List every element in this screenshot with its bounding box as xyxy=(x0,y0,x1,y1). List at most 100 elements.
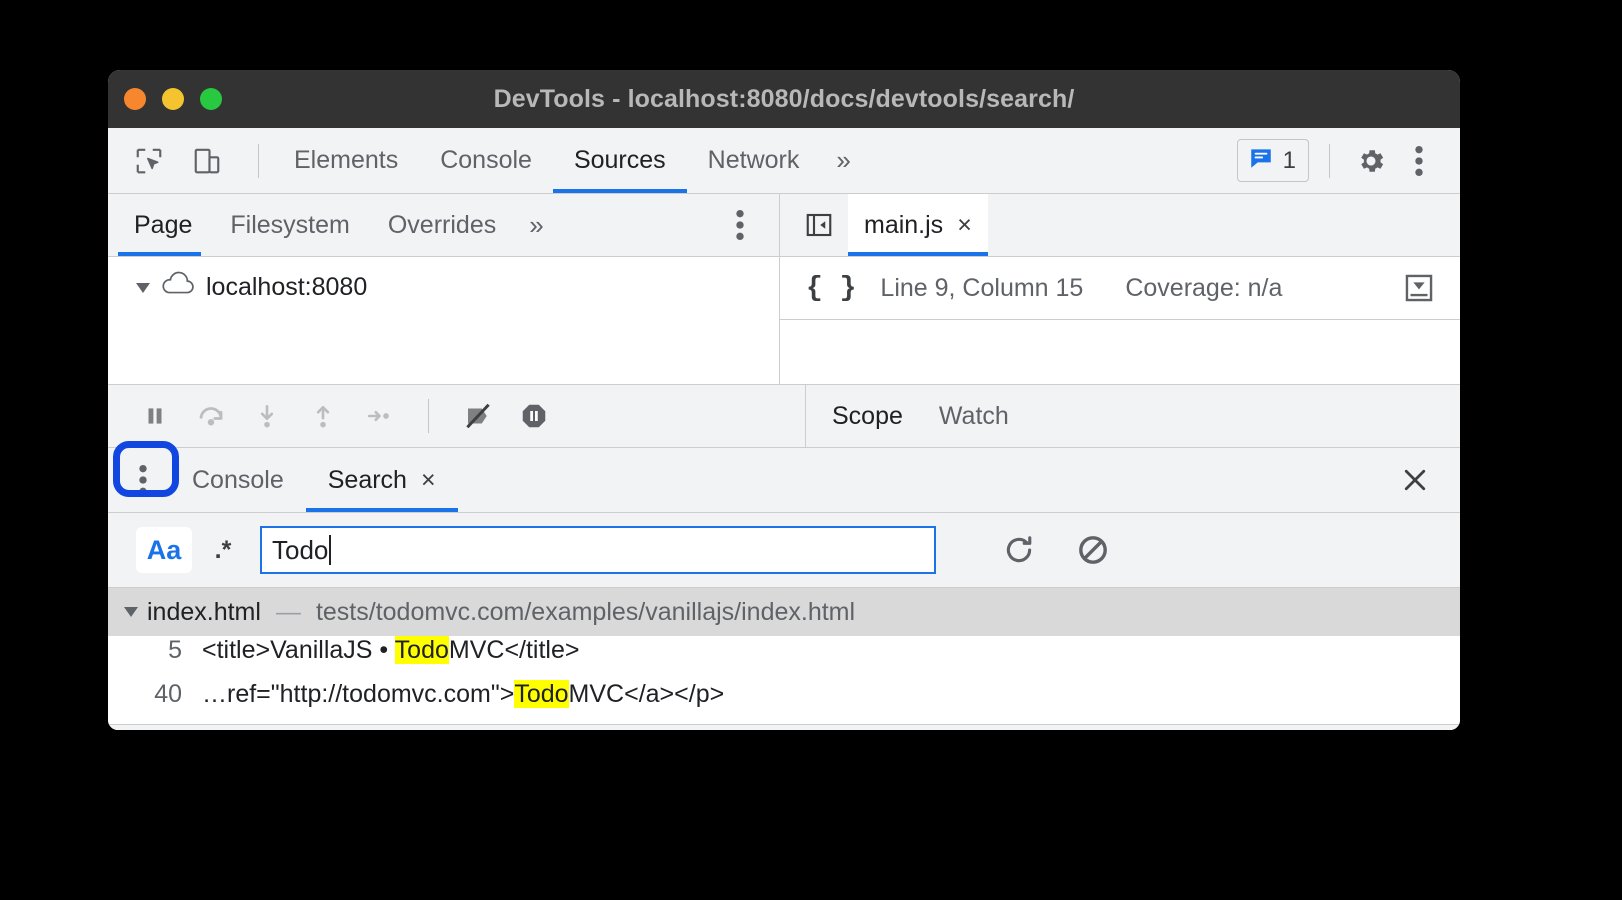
text-caret xyxy=(329,535,332,565)
more-panels-chevron-icon[interactable]: » xyxy=(820,128,866,193)
chevron-down-icon[interactable] xyxy=(136,282,150,293)
minimize-button[interactable] xyxy=(162,88,184,110)
kebab-menu-icon[interactable] xyxy=(1398,140,1440,182)
toolbar-divider-2 xyxy=(1329,143,1330,178)
navigator-kebab-menu-icon[interactable] xyxy=(735,194,779,256)
result-file-separator: — xyxy=(275,597,301,626)
device-toolbar-icon[interactable] xyxy=(186,140,228,182)
toolbar-left-icons xyxy=(108,140,273,182)
window-titlebar: DevTools - localhost:8080/docs/devtools/… xyxy=(108,70,1460,128)
result-row[interactable]: 5 <title>VanillaJS • TodoMVC</title> xyxy=(108,636,1460,680)
window-title: DevTools - localhost:8080/docs/devtools/… xyxy=(493,84,1075,113)
result-line-text: …ref="http://todomvc.com">TodoMVC</a></p… xyxy=(202,680,724,709)
cloud-icon xyxy=(159,271,197,304)
tab-console[interactable]: Console xyxy=(419,128,553,193)
nav-tab-filesystem-label: Filesystem xyxy=(230,210,350,239)
main-toolbar: Elements Console Sources Network » 1 xyxy=(108,128,1460,194)
tab-sources-label: Sources xyxy=(573,146,666,174)
drawer-tab-search-label: Search xyxy=(327,465,407,494)
tab-network-label: Network xyxy=(707,146,800,174)
result-match-highlight: Todo xyxy=(514,680,569,708)
result-match-highlight: Todo xyxy=(394,636,449,664)
result-text-after: MVC</a></p> xyxy=(568,680,725,708)
tab-sources[interactable]: Sources xyxy=(552,128,687,193)
result-text-before: <title>VanillaJS • xyxy=(202,636,395,664)
clear-icon[interactable] xyxy=(1072,529,1114,571)
step-out-icon[interactable] xyxy=(302,395,344,437)
pause-script-icon[interactable] xyxy=(134,395,176,437)
show-navigator-icon[interactable] xyxy=(780,194,848,256)
gear-icon[interactable] xyxy=(1350,140,1392,182)
editor-file-tabs: main.js × xyxy=(780,194,1460,257)
screenshot-root: DevTools - localhost:8080/docs/devtools/… xyxy=(0,0,1622,900)
file-tab-mainjs[interactable]: main.js × xyxy=(848,194,988,256)
debugger-sidebar-tabs: Scope Watch xyxy=(806,385,1460,447)
nav-tab-page[interactable]: Page xyxy=(108,194,211,256)
tab-elements[interactable]: Elements xyxy=(273,128,419,193)
step-icon[interactable] xyxy=(358,395,400,437)
pane-tab-scope-label: Scope xyxy=(832,401,903,430)
more-panels-label: » xyxy=(836,145,851,175)
nav-tab-overrides[interactable]: Overrides xyxy=(369,194,515,256)
toolbar-divider xyxy=(258,143,259,178)
deactivate-breakpoints-icon[interactable] xyxy=(457,395,499,437)
drawer-tab-console-label: Console xyxy=(192,465,284,494)
zoom-button[interactable] xyxy=(200,88,222,110)
result-line-number: 5 xyxy=(168,636,182,664)
close-icon[interactable] xyxy=(1400,465,1460,495)
result-text-after: MVC</title> xyxy=(448,636,580,664)
debugger-controls xyxy=(108,385,806,447)
drawer-tab-row: Console Search × xyxy=(108,448,1460,513)
tab-elements-label: Elements xyxy=(294,146,399,174)
search-toolbar: Aa .* Todo xyxy=(108,513,1460,588)
result-file-path: tests/todomvc.com/examples/vanillajs/ind… xyxy=(315,597,856,626)
editor-status-row: { } Line 9, Column 15 Coverage: n/a xyxy=(780,257,1460,320)
issues-button[interactable]: 1 xyxy=(1236,139,1309,182)
tree-item-localhost[interactable]: localhost:8080 xyxy=(108,257,779,304)
editor-pane: main.js × { } Line 9, Column 15 Coverage… xyxy=(780,194,1460,384)
drawer-tab-search[interactable]: Search × xyxy=(305,448,458,512)
result-line-text: <title>VanillaJS • TodoMVC</title> xyxy=(202,636,580,665)
search-results: index.html — tests/todomvc.com/examples/… xyxy=(108,588,1460,724)
result-text-before: …ref="http://todomvc.com"> xyxy=(202,680,515,708)
chevron-down-icon[interactable] xyxy=(124,607,138,617)
search-action-icons xyxy=(936,529,1114,571)
pause-on-exceptions-icon[interactable] xyxy=(513,395,555,437)
result-line-number: 40 xyxy=(154,680,182,708)
nav-more-tabs-chevron-icon[interactable]: » xyxy=(515,194,557,256)
drawer-kebab-menu-icon[interactable] xyxy=(108,463,170,497)
tree-item-label: localhost:8080 xyxy=(206,273,368,301)
file-tab-label: main.js xyxy=(864,210,944,239)
regex-button[interactable]: .* xyxy=(198,527,248,573)
search-input[interactable]: Todo xyxy=(260,526,936,574)
tab-console-label: Console xyxy=(440,146,532,174)
step-over-icon[interactable] xyxy=(190,395,232,437)
coverage-status: Coverage: n/a xyxy=(1125,273,1283,302)
inspect-element-icon[interactable] xyxy=(128,140,170,182)
pane-tab-watch[interactable]: Watch xyxy=(921,402,1027,431)
close-button[interactable] xyxy=(124,88,146,110)
debugger-divider xyxy=(428,399,429,433)
match-case-button[interactable]: Aa xyxy=(136,527,192,573)
editor-popout-icon[interactable] xyxy=(1402,271,1460,305)
toolbar-right-icons: 1 xyxy=(1236,139,1460,182)
nav-more-tabs-label: » xyxy=(529,209,544,240)
pretty-print-icon[interactable]: { } xyxy=(780,273,880,304)
result-file-name: index.html xyxy=(147,597,261,626)
panel-tabs: Elements Console Sources Network » xyxy=(273,128,867,193)
result-row[interactable]: 40 …ref="http://todomvc.com">TodoMVC</a>… xyxy=(108,680,1460,724)
regex-label: .* xyxy=(214,535,232,564)
result-file-header[interactable]: index.html — tests/todomvc.com/examples/… xyxy=(108,588,1460,636)
drawer-tab-console[interactable]: Console xyxy=(170,448,306,512)
step-into-icon[interactable] xyxy=(246,395,288,437)
nav-tab-overrides-label: Overrides xyxy=(387,210,497,239)
drawer-tab-close-icon[interactable]: × xyxy=(421,466,436,495)
devtools-window: DevTools - localhost:8080/docs/devtools/… xyxy=(108,70,1460,730)
nav-tab-filesystem[interactable]: Filesystem xyxy=(211,194,368,256)
tab-network[interactable]: Network xyxy=(687,128,821,193)
search-status-bar: Search finished. Found 2 matching lines … xyxy=(108,724,1460,730)
refresh-icon[interactable] xyxy=(998,529,1040,571)
file-tab-close-icon[interactable]: × xyxy=(957,211,972,240)
pane-tab-scope[interactable]: Scope xyxy=(806,402,921,431)
cursor-position: Line 9, Column 15 xyxy=(880,273,1084,302)
